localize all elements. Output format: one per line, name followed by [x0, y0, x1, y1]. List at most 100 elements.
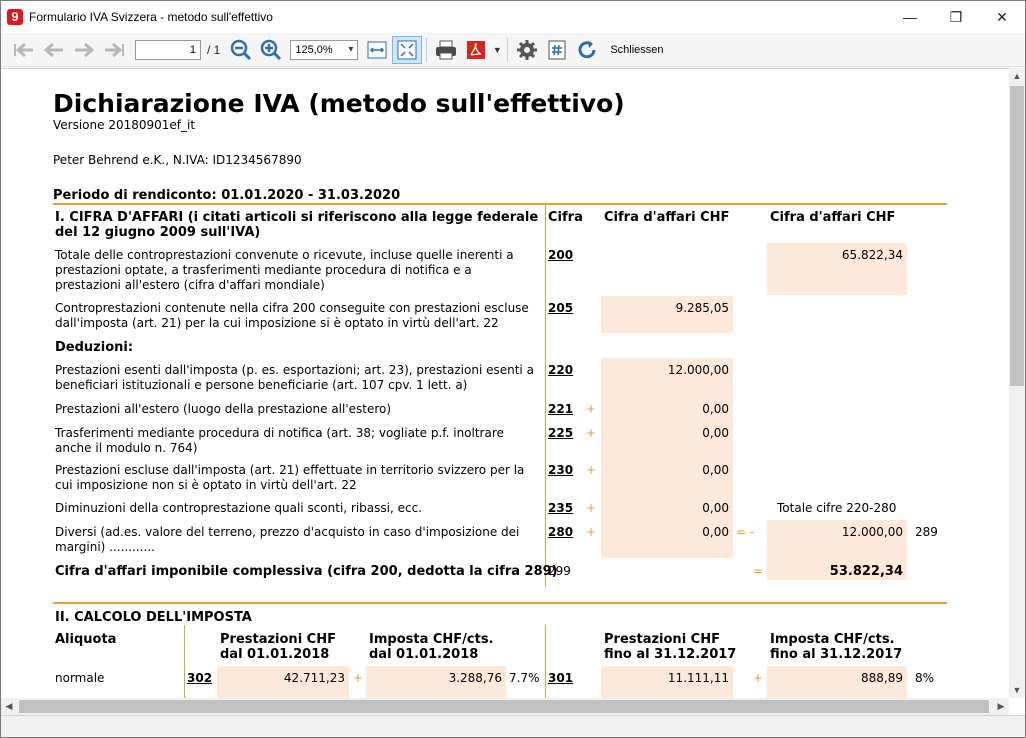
zoom-out-icon[interactable]: [226, 36, 256, 64]
value-225: 0,00: [702, 426, 729, 440]
scroll-down-icon[interactable]: ▼: [1009, 682, 1025, 698]
rate-301: 8%: [915, 671, 935, 685]
col-chf1-header: Cifra d'affari CHF: [604, 210, 730, 225]
value-205: 9.285,05: [675, 301, 729, 315]
row-225-text: Trasferimenti mediante procedura di noti…: [55, 426, 504, 455]
first-page-icon[interactable]: [9, 36, 39, 64]
scroll-left-icon[interactable]: ◀: [1, 698, 17, 715]
print-icon[interactable]: [431, 36, 461, 64]
section-divider: [53, 602, 947, 604]
row-205-text: Controprestazioni contenute nella cifra …: [55, 301, 529, 330]
code-205: 205: [548, 301, 574, 315]
code-280: 280: [548, 525, 574, 539]
zoom-value: 125,0%: [295, 43, 333, 56]
next-page-icon[interactable]: [69, 36, 99, 64]
chevron-down-icon: ▾: [348, 43, 354, 55]
numbering-icon[interactable]: [542, 36, 572, 64]
section2-heading: II. CALCOLO DELL'IMPOSTA: [55, 610, 252, 625]
row-299-text: Cifra d'affari imponibile complessiva (c…: [55, 564, 558, 579]
column-divider: [545, 205, 546, 587]
vertical-scroll-thumb[interactable]: [1010, 86, 1024, 386]
col-cifra-header: Cifra: [548, 210, 583, 225]
toolbar-divider: [426, 37, 428, 62]
pdf-options-chevron-icon[interactable]: ▼: [491, 36, 503, 64]
col-chf2-header: Cifra d'affari CHF: [770, 210, 896, 225]
page-title: Dichiarazione IVA (metodo sull'effettivo…: [53, 89, 625, 118]
aliquota-normale: normale: [55, 671, 105, 685]
code-289: 289: [915, 525, 938, 539]
total-220-280-label: Totale cifre 220-280: [777, 501, 897, 515]
code-230: 230: [548, 463, 574, 477]
zoom-in-icon[interactable]: [256, 36, 286, 64]
code-220: 220: [548, 363, 574, 377]
last-page-icon[interactable]: [99, 36, 129, 64]
code-299: 299: [548, 564, 571, 578]
scroll-up-icon[interactable]: ▲: [1009, 68, 1025, 84]
version-text: Versione 20180901ef_it: [53, 118, 196, 132]
row-221-text: Prestazioni all'estero (luogo della pres…: [55, 402, 392, 416]
tax-301: 888,89: [861, 671, 903, 685]
value-301: 11.111,11: [667, 671, 729, 685]
zoom-select[interactable]: 125,0% ▾: [290, 39, 359, 60]
window-title: Formulario IVA Svizzera - metodo sull'ef…: [29, 10, 273, 24]
row-280-text: Diversi (ad.es. valore del terreno, prez…: [55, 525, 520, 554]
status-bar: [1, 715, 1025, 737]
row-235-text: Diminuzioni della controprestazione qual…: [55, 501, 423, 515]
maximize-button[interactable]: ❐: [933, 1, 979, 33]
refresh-icon[interactable]: [572, 36, 602, 64]
document-viewport[interactable]: Dichiarazione IVA (metodo sull'effettivo…: [1, 68, 1009, 698]
close-document-button[interactable]: Schliessen: [610, 44, 663, 56]
value-299: 53.822,34: [829, 564, 903, 579]
period-text: Periodo di rendiconto: 01.01.2020 - 31.0…: [53, 188, 401, 203]
section-divider: [53, 203, 947, 205]
equals-sign: =: [753, 564, 764, 578]
value-230: 0,00: [702, 463, 729, 477]
close-window-button[interactable]: ✕: [979, 1, 1025, 33]
section1-heading: I. CIFRA D'AFFARI (i citati articoli si …: [55, 210, 539, 240]
code-302: 302: [187, 671, 213, 685]
value-220: 12.000,00: [667, 363, 729, 377]
app-logo-icon: 9: [7, 9, 23, 25]
code-200: 200: [548, 248, 574, 262]
page-total: / 1: [207, 42, 221, 57]
page-number-input[interactable]: 1: [135, 39, 201, 60]
scroll-right-icon[interactable]: ▶: [993, 698, 1009, 715]
rate-302: 7.7%: [509, 671, 540, 685]
row-200-text: Totale delle controprestazioni convenute…: [55, 248, 514, 292]
toolbar: 1 / 1 125,0% ▾ ▼ Schliessen: [1, 33, 1025, 67]
fit-page-icon[interactable]: [392, 35, 423, 64]
column-divider: [184, 625, 185, 698]
toolbar-divider: [507, 37, 509, 62]
code-235: 235: [548, 501, 574, 515]
plus-sign: +: [753, 671, 764, 685]
pdf-export-icon[interactable]: [461, 36, 491, 64]
col-prest1-header: Prestazioni CHF dal 01.01.2018: [220, 632, 336, 662]
code-301: 301: [548, 671, 574, 685]
equals-minus-sign: = -: [736, 525, 755, 539]
plus-sign: +: [586, 501, 597, 515]
document-page: Dichiarazione IVA (metodo sull'effettivo…: [1, 69, 1009, 698]
col-aliquota-header: Aliquota: [55, 632, 117, 647]
previous-page-icon[interactable]: [39, 36, 69, 64]
fit-width-icon[interactable]: [362, 36, 392, 64]
horizontal-scrollbar[interactable]: ◀ ▶: [1, 698, 1009, 715]
value-221: 0,00: [702, 402, 729, 416]
plus-sign: +: [586, 525, 597, 539]
value-280: 0,00: [702, 525, 729, 539]
plus-sign: +: [353, 671, 364, 685]
horizontal-scroll-thumb[interactable]: [19, 700, 989, 713]
col-imp1-header: Imposta CHF/cts. dal 01.01.2018: [369, 632, 494, 662]
value-289: 12.000,00: [841, 525, 903, 539]
value-200: 65.822,34: [841, 248, 903, 262]
row-220-text: Prestazioni esenti dall'imposta (p. es. …: [55, 363, 534, 392]
code-225: 225: [548, 426, 574, 440]
title-bar: 9 Formulario IVA Svizzera - metodo sull'…: [1, 1, 1025, 33]
row-230-text: Prestazioni escluse dall'imposta (art. 2…: [55, 463, 525, 492]
column-divider: [545, 625, 546, 698]
app-window: 9 Formulario IVA Svizzera - metodo sull'…: [0, 0, 1026, 738]
deductions-label: Deduzioni:: [55, 340, 134, 355]
plus-sign: +: [586, 402, 597, 416]
vertical-scrollbar[interactable]: ▲ ▼: [1009, 68, 1025, 698]
settings-gear-icon[interactable]: [512, 36, 542, 64]
minimize-button[interactable]: —: [887, 1, 933, 33]
